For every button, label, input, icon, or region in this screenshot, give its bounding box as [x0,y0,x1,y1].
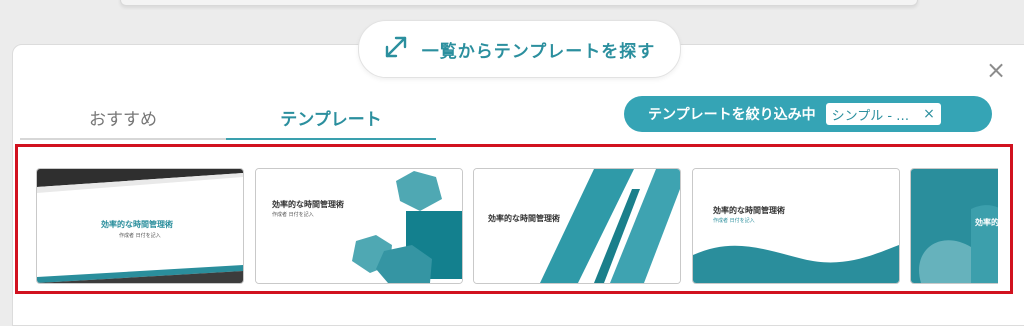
card-subtitle: 作成者 日付を記入 [272,212,314,218]
template-card[interactable]: 効率的な時間管理術 作成者 日付を記入 [36,168,244,284]
filter-label: テンプレートを絞り込み中 [648,107,816,123]
card-title: 効率的な時間管理術 [488,214,560,223]
template-card[interactable]: 効率的な時間管理術 [473,168,681,284]
card-title: 効率的な時間管理術 [272,200,344,209]
template-card[interactable]: 効率的 [910,168,998,284]
filter-chip: シンプル - … × [825,103,941,125]
card-background [474,169,680,283]
template-filter-button[interactable]: テンプレートを絞り込み中 シンプル - … × [624,96,992,132]
filter-chip-close-icon[interactable]: × [923,106,935,122]
active-tab-indicator [226,138,436,140]
card-title: 効率的な時間管理術 [101,220,173,229]
top-toolbar-edge [120,0,918,6]
filter-chip-label: シンプル - … [831,108,910,124]
tab-recommended[interactable]: おすすめ [20,96,226,138]
template-card[interactable]: 効率的な時間管理術 作成者 日付を記入 [692,168,900,284]
template-card[interactable]: 効率的な時間管理術 作成者 日付を記入 [255,168,463,284]
template-strip: 効率的な時間管理術 作成者 日付を記入 効率的な時間管理術 作成者 日付を記入 … [36,165,998,287]
card-background [693,169,899,283]
browse-templates-label: 一覧からテンプレートを探す [421,41,656,62]
card-subtitle: 作成者 日付を記入 [713,218,755,224]
card-subtitle: 作成者 日付を記入 [119,233,161,239]
browse-templates-button[interactable]: 一覧からテンプレートを探す [358,20,681,78]
tab-underline [20,138,226,140]
close-icon[interactable]: × [983,56,1009,84]
tab-templates[interactable]: テンプレート [228,96,434,138]
card-background [256,169,462,283]
expand-arrows-icon [384,35,408,64]
card-title: 効率的な時間管理術 [713,206,785,215]
card-title: 効率的 [975,218,998,227]
